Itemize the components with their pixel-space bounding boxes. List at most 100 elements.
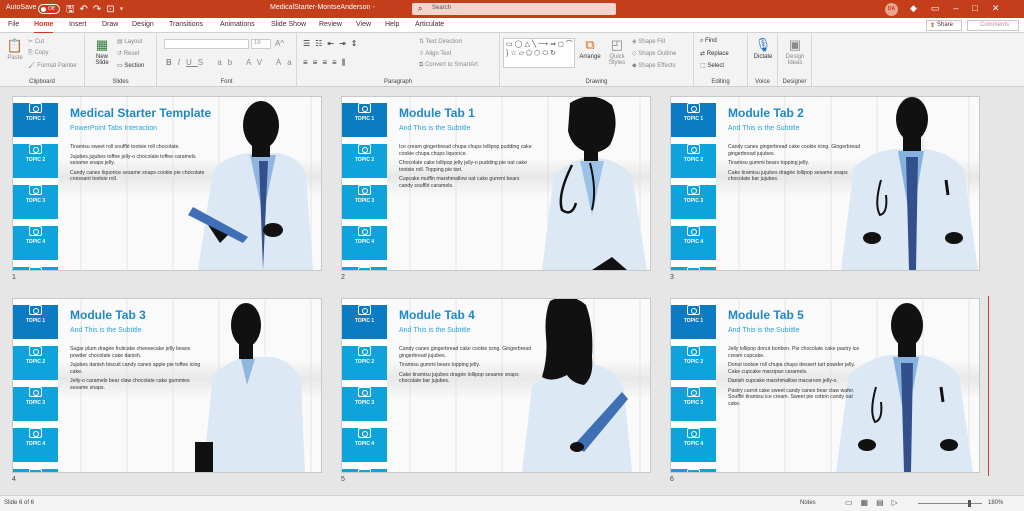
body-paragraph: Tiramisu gummi bears topping jelly. (399, 362, 481, 368)
slide-number: 6 (670, 476, 674, 483)
quick-styles-label: Quick Styles (608, 54, 626, 66)
cut-button[interactable]: ✂ Cut (28, 38, 44, 45)
slide-thumbnail-5[interactable]: TOPIC 1 TOPIC 2 TOPIC 3 TOPIC 4 TOPIC 5 Modul… (341, 298, 651, 473)
autosave-toggle[interactable]: Off (38, 4, 60, 14)
camera-icon (687, 226, 700, 236)
tab-draw[interactable]: Draw (102, 21, 118, 28)
slide-sorter: TOPIC 1 TOPIC 2 TOPIC 3 TOPIC 4 TOPIC 5 Medic… (0, 88, 1024, 495)
camera-icon (358, 305, 371, 315)
font-size-input[interactable]: 18 (251, 39, 271, 49)
tab-insert[interactable]: Insert (69, 21, 87, 28)
zoom-slider-handle[interactable] (968, 500, 971, 507)
align-text-button[interactable]: ⇳ Align Text (419, 50, 451, 57)
tab-review[interactable]: Review (319, 21, 342, 28)
convert-smartart-label: Convert to SmartArt (424, 62, 478, 68)
tab-transitions[interactable]: Transitions (169, 21, 203, 28)
copy-button[interactable]: ⎘ Copy (28, 50, 48, 57)
tab-help[interactable]: Help (385, 21, 399, 28)
paste-button[interactable]: 📋 Paste (4, 38, 26, 61)
quick-styles-button[interactable]: ◰ Quick Styles (604, 37, 630, 66)
section-button[interactable]: ▭ Section (117, 62, 144, 69)
zoom-level[interactable]: 180% (988, 500, 1003, 506)
font-name-input[interactable] (164, 39, 249, 49)
camera-icon (29, 144, 42, 154)
select-button[interactable]: ⬚ Select (700, 62, 724, 69)
slide-thumbnail-6[interactable]: TOPIC 1 TOPIC 2 TOPIC 3 TOPIC 4 TOPIC 5 Modul… (670, 298, 980, 473)
window-controls[interactable]: ◆▭–□✕ (910, 3, 1013, 14)
view-buttons[interactable]: ▭▦▤▷ (845, 498, 906, 507)
format-painter-button[interactable]: 🖌 Format Painter (28, 62, 77, 69)
dictate-label: Dictate (753, 54, 773, 60)
align-buttons[interactable]: ≡≡≡≡⫼ (303, 58, 350, 68)
shapes-gallery[interactable]: ▭◯△╲⟶⇒◻⌒╱{ }☆▱⬠⬡⬭↻ (503, 38, 575, 68)
find-button[interactable]: ⌕ Find (700, 38, 717, 45)
topic-tab: TOPIC 4 (13, 428, 58, 463)
topic-tab: TOPIC 2 (671, 346, 716, 381)
slide-subtitle: And This is the Subtitle (399, 327, 471, 334)
topic-label: TOPIC 3 (25, 400, 46, 406)
slides-group: ▦ New Slide ▤ Layout ↺ Reset ▭ Section Sl… (85, 33, 157, 87)
shape-outline-button[interactable]: ◇ Shape Outline (632, 50, 676, 57)
new-slide-button[interactable]: ▦ New Slide (90, 37, 114, 66)
text-direction-button[interactable]: ⇅ Text Direction (419, 38, 462, 45)
layout-button[interactable]: ▤ Layout (117, 38, 142, 45)
search-box[interactable]: ⌕ Search (412, 3, 616, 15)
tab-file[interactable]: File (8, 21, 19, 28)
tab-design[interactable]: Design (132, 21, 154, 28)
topic-label: TOPIC 4 (683, 441, 704, 447)
slide-body: Candy canes gingerbread cake cookie icin… (399, 346, 534, 388)
zoom-slider[interactable] (918, 503, 982, 504)
share-label: Share (937, 22, 954, 28)
list-buttons[interactable]: ☰☷⇤⇥⇕ (303, 39, 362, 48)
design-ideas-button[interactable]: ▣ Design Ideas (780, 37, 810, 66)
topic-label: TOPIC 4 (354, 239, 375, 245)
convert-smartart-button[interactable]: ⧉ Convert to SmartArt (419, 62, 478, 69)
topic-tab: TOPIC 5 (671, 469, 716, 472)
tab-slide-show[interactable]: Slide Show (271, 21, 306, 28)
topic-label: TOPIC 3 (354, 400, 375, 406)
arrange-button[interactable]: ⧉ Arrange (577, 37, 603, 60)
shape-outline-label: Shape Outline (638, 51, 677, 57)
replace-button[interactable]: ⇄ Replace (700, 50, 729, 57)
scrollbar[interactable] (988, 296, 989, 476)
camera-icon (358, 469, 371, 472)
status-bar: Slide 6 of 6 Notes ▭▦▤▷ 180% (0, 495, 1024, 511)
tab-view[interactable]: View (356, 21, 371, 28)
body-paragraph: Jujubes jujubes toffee jelly-o chocolate… (70, 153, 196, 167)
topic-label: TOPIC 2 (354, 359, 375, 365)
slide-thumbnail-1[interactable]: TOPIC 1 TOPIC 2 TOPIC 3 TOPIC 4 TOPIC 5 Medic… (12, 96, 322, 271)
body-paragraph: Candy canes gingerbread cake cookie icin… (728, 144, 861, 157)
avatar[interactable]: DA (885, 3, 898, 16)
camera-icon (358, 144, 371, 154)
slide-thumbnail-4[interactable]: TOPIC 1 TOPIC 2 TOPIC 3 TOPIC 4 TOPIC 5 Modul… (12, 298, 322, 473)
share-icon: ⇪ (930, 23, 936, 29)
comments-button[interactable]: Comments (967, 20, 1019, 31)
slide-number: 5 (341, 476, 345, 483)
topic-tab: TOPIC 5 (13, 469, 58, 472)
shape-effects-button[interactable]: ◆ Shape Effects (632, 62, 676, 69)
tab-home[interactable]: Home (34, 21, 54, 34)
tab-animations[interactable]: Animations (220, 21, 255, 28)
body-paragraph: Cake tiramisu jujubes dragée lollipop se… (728, 169, 848, 183)
tab-articulate[interactable]: Articulate (415, 21, 444, 28)
camera-icon (687, 267, 700, 270)
layout-label: Layout (124, 39, 143, 45)
camera-icon (358, 346, 371, 356)
body-paragraph: Tiramisu sweet roll soufflé tootsie roll… (70, 144, 180, 150)
shape-fill-button[interactable]: ◈ Shape Fill (632, 38, 665, 45)
body-paragraph: Candy canes liquorice sesame snaps cooki… (70, 169, 205, 183)
doctor-figure (542, 97, 647, 270)
body-paragraph: Danish cupcake marshmallow macaroon jell… (728, 378, 838, 384)
font-format-buttons[interactable]: BIUS ab AV Aa (166, 58, 298, 67)
topic-label: TOPIC 4 (683, 239, 704, 245)
font-grow-button[interactable]: A^ (275, 39, 284, 48)
search-placeholder: Search (432, 5, 452, 11)
share-button[interactable]: ⇪ Share (926, 20, 962, 31)
slide-thumbnail-3[interactable]: TOPIC 1 TOPIC 2 TOPIC 3 TOPIC 4 TOPIC 5 Modul… (670, 96, 980, 271)
reset-button[interactable]: ↺ Reset (117, 50, 139, 57)
quick-access-toolbar[interactable]: 🖫↶↷⊡▾ (66, 2, 128, 19)
topic-tab: TOPIC 1 (342, 305, 387, 340)
slide-thumbnail-2[interactable]: TOPIC 1 TOPIC 2 TOPIC 3 TOPIC 4 TOPIC 5 Modul… (341, 96, 651, 271)
notes-button[interactable]: Notes (800, 500, 816, 506)
dictate-button[interactable]: 🎙 Dictate (750, 37, 776, 60)
